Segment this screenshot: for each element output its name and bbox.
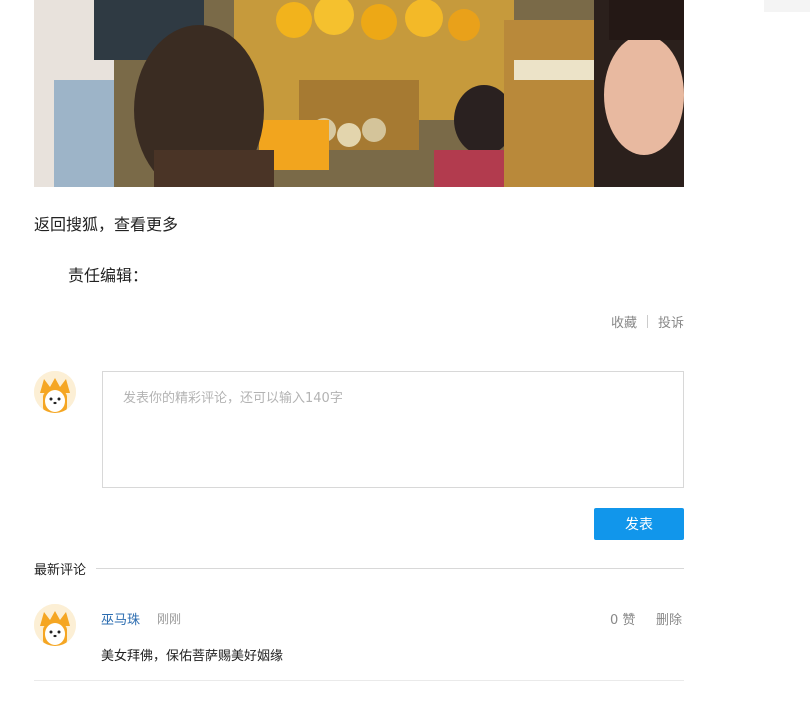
publish-comment-button[interactable]: 发表	[594, 508, 684, 540]
section-divider	[96, 567, 684, 569]
comment-timestamp: 刚刚	[157, 612, 182, 626]
comment-divider	[34, 680, 684, 681]
latest-comments-header: 最新评论	[34, 558, 684, 578]
article-actions: 收藏 投诉	[611, 312, 684, 331]
report-link[interactable]: 投诉	[658, 312, 684, 331]
responsible-editor-label: 责任编辑：	[68, 266, 149, 285]
comment-textarea[interactable]	[103, 372, 683, 487]
comment-input-box[interactable]	[102, 371, 684, 488]
fox-avatar-icon	[34, 371, 76, 413]
current-user-avatar	[34, 371, 76, 413]
comment-avatar[interactable]	[34, 604, 76, 646]
fox-avatar-icon	[34, 604, 76, 646]
comment-like-button[interactable]: 0 赞	[610, 609, 635, 628]
article-photo	[34, 0, 684, 187]
favorite-link[interactable]: 收藏	[611, 312, 637, 331]
latest-comments-title: 最新评论	[34, 562, 87, 578]
back-to-sohu-link[interactable]: 返回搜狐，查看更多	[34, 211, 178, 235]
comment-delete-link[interactable]: 删除	[656, 609, 682, 628]
comment-text: 美女拜佛，保佑菩萨赐美好姻缘	[101, 649, 284, 664]
actions-divider	[646, 315, 648, 328]
side-panel-corner	[764, 0, 810, 12]
comment-username[interactable]: 巫马珠	[101, 609, 140, 628]
